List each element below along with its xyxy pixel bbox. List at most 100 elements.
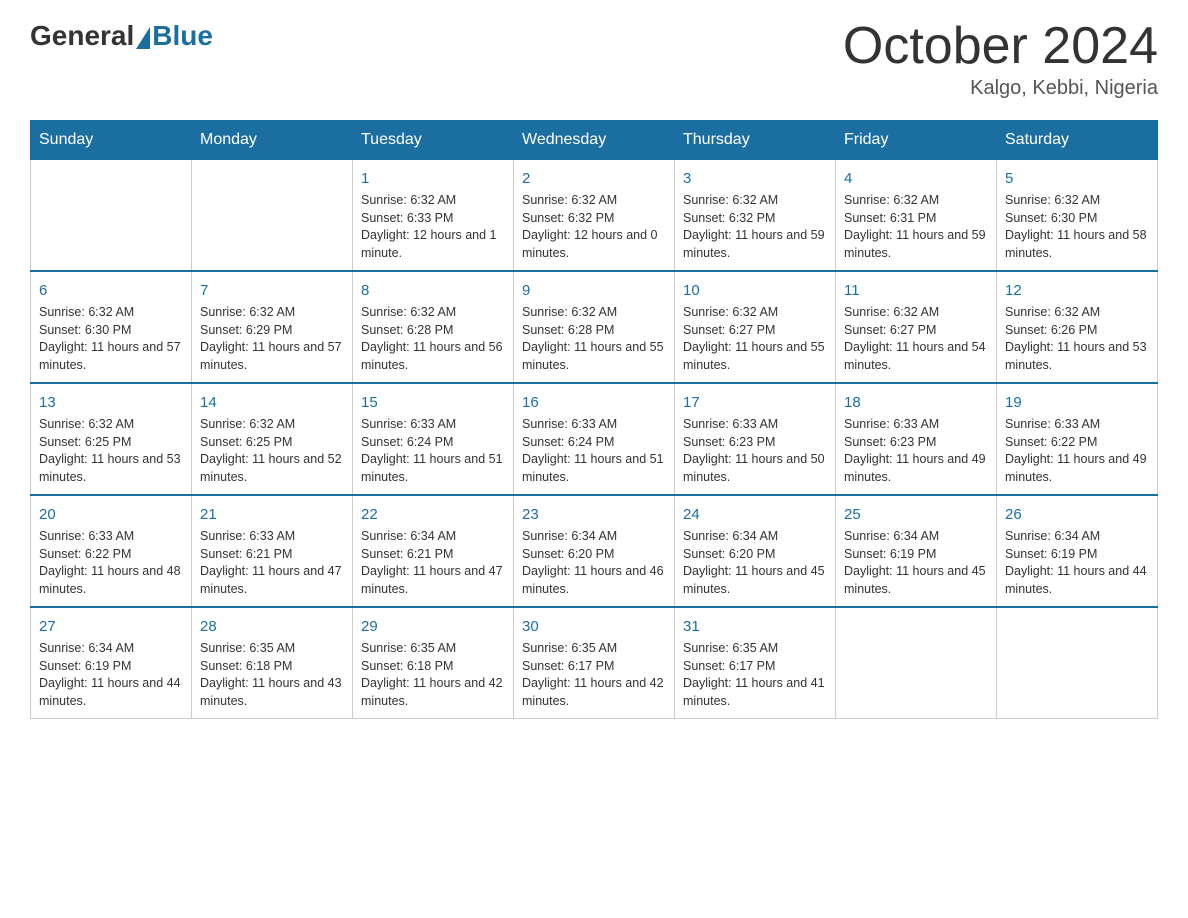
sunset-text: Sunset: 6:19 PM [1005, 546, 1149, 564]
day-number: 3 [683, 168, 827, 189]
calendar-cell: 13 Sunrise: 6:32 AMSunset: 6:25 PMDayligh… [31, 383, 192, 495]
day-number: 19 [1005, 392, 1149, 413]
calendar-cell: 18Sunrise: 6:33 AMSunset: 6:23 PMDayligh… [836, 383, 997, 495]
daylight-text: Daylight: 11 hours and 54 minutes. [844, 339, 988, 374]
sunrise-text: Sunrise: 6:33 AM [361, 416, 505, 434]
sunrise-text: Sunrise: 6:33 AM [1005, 416, 1149, 434]
sunset-text: Sunset: 6:27 PM [844, 322, 988, 340]
daylight-text: Daylight: 11 hours and 53 minutes. [39, 451, 183, 486]
month-title: October 2024 [843, 20, 1158, 72]
sunset-text: Sunset: 6:22 PM [1005, 434, 1149, 452]
sunrise-text: Sunrise: 6:34 AM [361, 528, 505, 546]
sunrise-text: Sunrise: 6:33 AM [39, 528, 183, 546]
calendar-cell: 5Sunrise: 6:32 AMSunset: 6:30 PMDaylight… [997, 160, 1158, 272]
calendar-cell: 29 Sunrise: 6:35 AMSunset: 6:18 PMDayligh… [353, 607, 514, 719]
sunset-text: Sunset: 6:25 PM [200, 434, 344, 452]
calendar-cell: 19Sunrise: 6:33 AMSunset: 6:22 PMDayligh… [997, 383, 1158, 495]
sunset-text: Sunset: 6:20 PM [683, 546, 827, 564]
sunset-text: Sunset: 6:23 PM [844, 434, 988, 452]
sunset-text: Sunset: 6:32 PM [522, 210, 666, 228]
calendar-cell: 3Sunrise: 6:32 AMSunset: 6:32 PMDaylight… [675, 160, 836, 272]
sunrise-text: Sunrise: 6:32 AM [361, 304, 505, 322]
weekday-header-row: SundayMondayTuesdayWednesdayThursdayFrid… [31, 121, 1158, 160]
day-number: 22 [361, 504, 505, 525]
sunset-text: Sunset: 6:31 PM [844, 210, 988, 228]
calendar-cell: 17Sunrise: 6:33 AMSunset: 6:23 PMDayligh… [675, 383, 836, 495]
weekday-header-thursday: Thursday [675, 121, 836, 160]
day-number: 17 [683, 392, 827, 413]
daylight-text: Daylight: 11 hours and 41 minutes. [683, 675, 827, 710]
calendar-cell: 20Sunrise: 6:33 AMSunset: 6:22 PMDayligh… [31, 495, 192, 607]
calendar-cell [836, 607, 997, 719]
sunrise-text: Sunrise: 6:32 AM [39, 304, 183, 322]
sunset-text: Sunset: 6:25 PM [39, 434, 183, 452]
sunrise-text: Sunrise: 6:34 AM [683, 528, 827, 546]
daylight-text: Daylight: 11 hours and 46 minutes. [522, 563, 666, 598]
day-number: 21 [200, 504, 344, 525]
day-number: 2 [522, 168, 666, 189]
daylight-text: Daylight: 11 hours and 53 minutes. [1005, 339, 1149, 374]
daylight-text: Daylight: 11 hours and 42 minutes. [361, 675, 505, 710]
calendar-cell: 25Sunrise: 6:34 AMSunset: 6:19 PMDayligh… [836, 495, 997, 607]
day-number: 27 [39, 616, 183, 637]
sunrise-text: Sunrise: 6:35 AM [683, 640, 827, 658]
sunset-text: Sunset: 6:18 PM [361, 658, 505, 676]
day-number: 18 [844, 392, 988, 413]
logo: General Blue [30, 20, 213, 52]
weekday-header-sunday: Sunday [31, 121, 192, 160]
sunrise-text: Sunrise: 6:33 AM [522, 416, 666, 434]
sunrise-text: Sunrise: 6:32 AM [361, 192, 505, 210]
day-number: 13 [39, 392, 183, 413]
logo-triangle-icon [136, 27, 150, 49]
weekday-header-friday: Friday [836, 121, 997, 160]
sunset-text: Sunset: 6:32 PM [683, 210, 827, 228]
calendar-cell [31, 160, 192, 272]
sunrise-text: Sunrise: 6:35 AM [361, 640, 505, 658]
sunset-text: Sunset: 6:21 PM [361, 546, 505, 564]
daylight-text: Daylight: 11 hours and 42 minutes. [522, 675, 666, 710]
day-number: 5 [1005, 168, 1149, 189]
day-number: 8 [361, 280, 505, 301]
daylight-text: Daylight: 11 hours and 47 minutes. [361, 563, 505, 598]
daylight-text: Daylight: 11 hours and 51 minutes. [361, 451, 505, 486]
sunset-text: Sunset: 6:26 PM [1005, 322, 1149, 340]
day-number: 10 [683, 280, 827, 301]
daylight-text: Daylight: 11 hours and 58 minutes. [1005, 227, 1149, 262]
day-number: 23 [522, 504, 666, 525]
logo-general-text: General [30, 20, 134, 52]
daylight-text: Daylight: 11 hours and 55 minutes. [522, 339, 666, 374]
sunset-text: Sunset: 6:33 PM [361, 210, 505, 228]
daylight-text: Daylight: 11 hours and 55 minutes. [683, 339, 827, 374]
sunset-text: Sunset: 6:27 PM [683, 322, 827, 340]
calendar-cell [997, 607, 1158, 719]
sunrise-text: Sunrise: 6:32 AM [200, 304, 344, 322]
weekday-header-monday: Monday [192, 121, 353, 160]
calendar-cell: 24Sunrise: 6:34 AMSunset: 6:20 PMDayligh… [675, 495, 836, 607]
day-number: 30 [522, 616, 666, 637]
sunrise-text: Sunrise: 6:32 AM [1005, 304, 1149, 322]
calendar-cell: 8Sunrise: 6:32 AMSunset: 6:28 PMDaylight… [353, 271, 514, 383]
day-number: 24 [683, 504, 827, 525]
sunrise-text: Sunrise: 6:32 AM [39, 416, 183, 434]
calendar-week-row: 27Sunrise: 6:34 AMSunset: 6:19 PMDayligh… [31, 607, 1158, 719]
calendar-cell: 2Sunrise: 6:32 AMSunset: 6:32 PMDaylight… [514, 160, 675, 272]
daylight-text: Daylight: 11 hours and 48 minutes. [39, 563, 183, 598]
daylight-text: Daylight: 11 hours and 45 minutes. [844, 563, 988, 598]
sunrise-text: Sunrise: 6:35 AM [522, 640, 666, 658]
sunset-text: Sunset: 6:22 PM [39, 546, 183, 564]
calendar-cell: 12Sunrise: 6:32 AMSunset: 6:26 PMDayligh… [997, 271, 1158, 383]
sunset-text: Sunset: 6:28 PM [361, 322, 505, 340]
day-number: 29 [361, 616, 505, 637]
calendar-cell: 1Sunrise: 6:32 AMSunset: 6:33 PMDaylight… [353, 160, 514, 272]
day-number: 9 [522, 280, 666, 301]
day-number: 25 [844, 504, 988, 525]
sunrise-text: Sunrise: 6:34 AM [522, 528, 666, 546]
daylight-text: Daylight: 11 hours and 57 minutes. [39, 339, 183, 374]
sunrise-text: Sunrise: 6:32 AM [200, 416, 344, 434]
calendar-cell: 6Sunrise: 6:32 AMSunset: 6:30 PMDaylight… [31, 271, 192, 383]
sunrise-text: Sunrise: 6:32 AM [522, 304, 666, 322]
sunrise-text: Sunrise: 6:33 AM [200, 528, 344, 546]
day-number: 16 [522, 392, 666, 413]
sunset-text: Sunset: 6:23 PM [683, 434, 827, 452]
daylight-text: Daylight: 11 hours and 43 minutes. [200, 675, 344, 710]
